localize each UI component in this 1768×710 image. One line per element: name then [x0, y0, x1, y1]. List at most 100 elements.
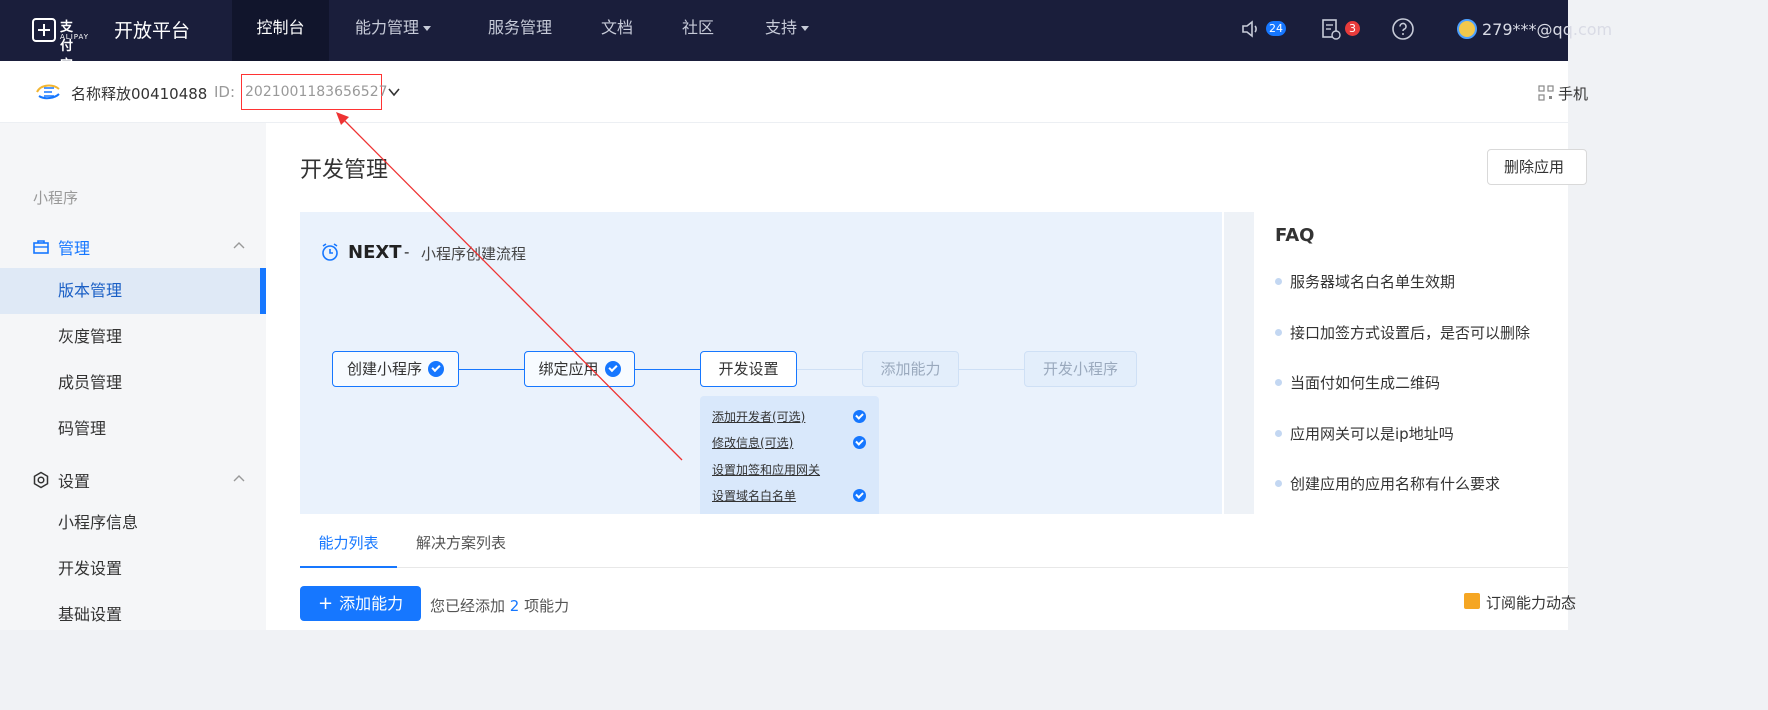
step-bind-app[interactable]: 绑定应用 — [524, 351, 635, 387]
step-label: 绑定应用 — [538, 360, 599, 378]
sidebar-item-label: 成员管理 — [58, 373, 123, 392]
sidebar-item-miniapp-info[interactable]: 小程序信息 — [0, 500, 266, 546]
nav-community[interactable]: 社区 — [682, 0, 714, 61]
step-label: 添加能力 — [880, 360, 941, 378]
sidebar-item-label: 灰度管理 — [58, 327, 123, 346]
flow-subtitle: 小程序创建流程 — [421, 245, 527, 263]
added-prefix: 您已经添加 — [430, 597, 506, 615]
step-connector — [796, 369, 863, 370]
check-circle-icon — [853, 436, 866, 449]
step-label: 开发设置 — [718, 360, 779, 378]
tab-solution-list[interactable]: 解决方案列表 — [416, 514, 506, 568]
nav-support[interactable]: 支持 — [765, 0, 810, 61]
tab-capability-list[interactable]: 能力列表 — [300, 514, 397, 568]
nav-console[interactable]: 控制台 — [232, 0, 329, 61]
faq-card: FAQ 服务器域名白名单生效期 接口加签方式设置后，是否可以删除 当面付如何生成… — [1254, 212, 1568, 514]
subscribe-capability-link[interactable]: 订阅能力动态 — [1486, 592, 1576, 613]
app-switch-chevron-icon[interactable] — [387, 85, 401, 99]
creation-flow-panel: NEXT - 小程序创建流程 创建小程序 绑定应用 开发设置 添加能力 开发小程… — [300, 212, 1222, 514]
faq-item-label: 接口加签方式设置后，是否可以删除 — [1290, 324, 1531, 342]
avatar — [1457, 19, 1477, 39]
app-name: 名称释放00410488 — [71, 85, 208, 103]
sidebar-item-dev-settings[interactable]: 开发设置 — [0, 546, 266, 592]
add-capability-button[interactable]: + 添加能力 — [300, 586, 421, 621]
chevron-down-icon — [423, 26, 432, 31]
faq-item[interactable]: 创建应用的应用名称有什么要求 — [1275, 473, 1500, 494]
sidebar-item-version-management[interactable]: 版本管理 — [0, 268, 266, 314]
faq-item[interactable]: 应用网关可以是ip地址吗 — [1275, 423, 1454, 444]
step-connector — [958, 369, 1024, 370]
capability-tabs: 能力列表 解决方案列表 — [300, 514, 1568, 568]
bullet-icon — [1275, 379, 1282, 386]
check-circle-icon — [604, 361, 621, 377]
page-title: 开发管理 — [300, 158, 389, 183]
help-icon[interactable] — [1391, 17, 1415, 41]
top-navigation-bar: 支付宝 ALIPAY 开放平台 控制台 能力管理 服务管理 文档 社区 支持 2… — [0, 0, 1612, 73]
speaker-icon[interactable] — [1240, 17, 1264, 41]
substep-modify-info[interactable]: 修改信息(可选) — [712, 434, 793, 451]
chevron-up-icon[interactable] — [233, 474, 245, 482]
sidebar-item-code-management[interactable]: 码管理 — [0, 406, 266, 452]
app-logo-icon — [36, 84, 60, 100]
faq-item-label: 当面付如何生成二维码 — [1290, 374, 1441, 392]
flow-title: NEXT — [348, 242, 402, 263]
sidebar-group-settings[interactable]: 设置 — [32, 468, 90, 492]
sidebar-item-member-management[interactable]: 成员管理 — [0, 360, 266, 406]
sidebar-item-label: 版本管理 — [58, 281, 123, 300]
app-id-label: ID: — [214, 83, 236, 101]
bullet-icon — [1275, 480, 1282, 487]
nav-capability-label: 能力管理 — [355, 18, 420, 37]
step-add-capability[interactable]: 添加能力 — [862, 351, 959, 387]
step-develop-miniapp[interactable]: 开发小程序 — [1024, 351, 1137, 387]
flow-separator: - — [404, 243, 410, 261]
mobile-preview-label[interactable]: 手机 — [1558, 83, 1588, 104]
sidebar-item-basic-settings[interactable]: 基础设置 — [0, 592, 266, 638]
faq-panel: FAQ 服务器域名白名单生效期 接口加签方式设置后，是否可以删除 当面付如何生成… — [1224, 212, 1568, 514]
substep-add-developer[interactable]: 添加开发者(可选) — [712, 408, 805, 425]
sidebar-group-settings-label: 设置 — [58, 472, 91, 491]
nav-docs[interactable]: 文档 — [601, 0, 633, 61]
faq-item[interactable]: 接口加签方式设置后，是否可以删除 — [1275, 322, 1530, 343]
sidebar-group-manage[interactable]: 管理 — [32, 235, 90, 259]
substep-signing-gateway[interactable]: 设置加签和应用网关 — [712, 461, 820, 478]
nav-service-management[interactable]: 服务管理 — [488, 0, 552, 61]
added-count: 2 — [509, 597, 520, 615]
step-connector — [458, 369, 524, 370]
alipay-logo[interactable]: 支付宝 ALIPAY — [32, 14, 88, 73]
sidebar-category: 小程序 — [33, 189, 79, 207]
dev-settings-substeps: 添加开发者(可选) 修改信息(可选) 设置加签和应用网关 设置域名白名单 — [700, 396, 879, 514]
delete-app-button[interactable]: 删除应用 — [1487, 149, 1587, 185]
faq-item[interactable]: 服务器域名白名单生效期 — [1275, 271, 1455, 292]
chevron-down-icon — [801, 26, 810, 31]
sidebar-group-manage-label: 管理 — [58, 239, 91, 258]
chevron-up-icon[interactable] — [233, 241, 245, 249]
faq-item-label: 服务器域名白名单生效期 — [1290, 273, 1456, 291]
step-dev-settings[interactable]: 开发设置 — [700, 351, 797, 387]
tab-label: 能力列表 — [318, 534, 379, 552]
faq-item-label: 应用网关可以是ip地址吗 — [1290, 425, 1454, 443]
nav-support-label: 支持 — [765, 18, 798, 37]
task-list-icon[interactable] — [1319, 17, 1343, 41]
step-label: 开发小程序 — [1042, 360, 1118, 378]
sidebar: 小程序 管理 版本管理 灰度管理 成员管理 码管理 设置 小程序信息 开发设置 … — [0, 123, 266, 630]
sidebar-item-label: 开发设置 — [58, 559, 123, 578]
user-account[interactable]: 279***@qq.com — [1457, 19, 1612, 39]
added-capability-summary: 您已经添加 2 项能力 — [430, 595, 569, 616]
nav-service-label: 服务管理 — [488, 18, 553, 37]
qr-code-icon[interactable] — [1538, 85, 1554, 101]
nav-capability-management[interactable]: 能力管理 — [355, 0, 432, 61]
faq-item[interactable]: 当面付如何生成二维码 — [1275, 372, 1440, 393]
briefcase-icon — [33, 240, 49, 254]
rss-icon — [1464, 593, 1480, 609]
task-count-badge: 3 — [1345, 21, 1360, 36]
brand-en: ALIPAY — [60, 33, 90, 41]
gear-icon — [33, 471, 49, 489]
alarm-clock-icon — [322, 243, 338, 261]
step-create-miniapp[interactable]: 创建小程序 — [332, 351, 459, 387]
nav-community-label: 社区 — [682, 18, 715, 37]
nav-console-label: 控制台 — [256, 18, 305, 37]
sidebar-item-label: 码管理 — [58, 419, 107, 438]
sidebar-item-label: 小程序信息 — [58, 513, 139, 532]
sidebar-item-grayscale-management[interactable]: 灰度管理 — [0, 314, 266, 360]
substep-domain-whitelist[interactable]: 设置域名白名单 — [712, 487, 796, 504]
